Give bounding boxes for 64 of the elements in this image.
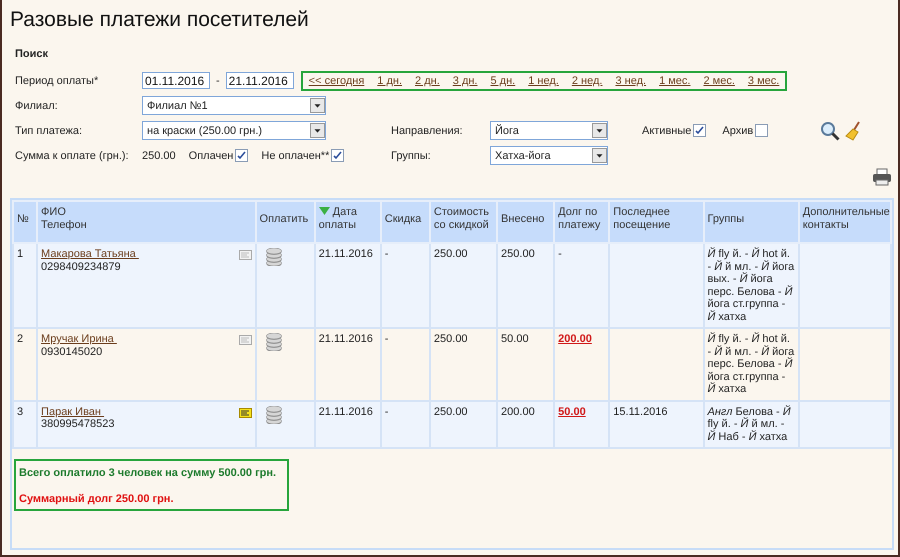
checkbox-label: Активные bbox=[642, 124, 692, 136]
field-label: Сумма к оплате (грн.): bbox=[15, 150, 130, 162]
client-name-link[interactable]: Мручак Ирина bbox=[41, 333, 117, 346]
column-header[interactable]: Группы bbox=[704, 201, 799, 243]
payment-type-select[interactable]: на краски (250.00 грн.) bbox=[142, 121, 326, 140]
quick-range-link[interactable]: 1 мес. bbox=[659, 74, 690, 86]
quick-range-link[interactable]: 2 мес. bbox=[703, 74, 735, 86]
table-cell: 50.00 bbox=[497, 328, 554, 400]
column-header[interactable]: Долг по платежу bbox=[554, 201, 610, 243]
debt-link[interactable]: 50.00 bbox=[558, 406, 586, 418]
phone-number: 380995478523 bbox=[41, 418, 114, 430]
quick-range-link[interactable]: 5 дн. bbox=[490, 74, 516, 86]
field-label: Период оплаты* bbox=[15, 74, 100, 86]
quick-range-link[interactable]: 2 дн. bbox=[415, 74, 440, 86]
debt-link[interactable]: 200.00 bbox=[558, 333, 592, 345]
field-label: Тип платежа: bbox=[15, 124, 84, 136]
branch-select[interactable]: Филиал №1 bbox=[142, 96, 326, 115]
debt-value: - bbox=[558, 248, 562, 260]
quick-range-link[interactable]: << сегодня bbox=[308, 74, 364, 86]
client-name-link[interactable]: Парак Иван bbox=[41, 406, 114, 418]
table-cell: 250.00 bbox=[430, 400, 498, 448]
column-header[interactable]: Скидка bbox=[380, 201, 430, 243]
column-header[interactable]: ФИО Телефон bbox=[37, 201, 256, 243]
quick-range-link[interactable]: 3 мес. bbox=[748, 74, 780, 86]
table-cell: 21.11.2016 bbox=[314, 400, 381, 448]
checkbox-label: Архив bbox=[722, 124, 754, 136]
quick-range-link[interactable]: 2 нед. bbox=[572, 74, 602, 86]
table-cell: 200.00 bbox=[497, 400, 554, 448]
field-label: Направления: bbox=[391, 124, 464, 136]
date-from-field[interactable]: 01.11.2016 bbox=[142, 72, 210, 89]
checkbox-label: Не оплачен** bbox=[261, 150, 330, 162]
table-cell: 15.11.2016 bbox=[609, 400, 704, 448]
quick-range-link[interactable]: 3 нед. bbox=[615, 74, 646, 86]
page-title: Разовые платежи посетителей bbox=[10, 8, 310, 33]
amount-value: 250.00 bbox=[142, 150, 176, 162]
table-cell: 3 bbox=[13, 400, 38, 448]
column-header[interactable]: № bbox=[13, 201, 38, 243]
table-cell: - bbox=[380, 328, 430, 400]
quick-range-link[interactable]: 3 дн. bbox=[452, 74, 478, 86]
groups-select[interactable]: Хатха-йога bbox=[490, 146, 608, 165]
column-header[interactable]: Стоимость со скидкой bbox=[430, 201, 498, 243]
column-header[interactable]: Внесено bbox=[497, 201, 554, 243]
search-heading: Поиск bbox=[15, 48, 50, 62]
phone-number: 0930145020 bbox=[41, 346, 104, 358]
field-label: Группы: bbox=[391, 150, 432, 162]
column-header[interactable]: Дата оплаты bbox=[314, 201, 381, 243]
column-header[interactable]: Последнее посещение bbox=[609, 201, 704, 243]
total-paid-text: Всего оплатило 3 человек на сумму 500.00 грн. bbox=[19, 467, 278, 479]
table-cell: 1 bbox=[13, 243, 38, 328]
quick-range-link[interactable]: 1 нед. bbox=[528, 74, 559, 86]
table-cell: 2 bbox=[13, 328, 38, 400]
column-header[interactable]: Оплатить bbox=[256, 201, 315, 243]
total-debt-text: Суммарный долг 250.00 грн. bbox=[19, 493, 174, 505]
date-to-field[interactable]: 21.11.2016 bbox=[226, 72, 294, 89]
client-name-link[interactable]: Макарова Татьяна bbox=[41, 248, 139, 260]
column-header[interactable]: Дополнительные контакты bbox=[798, 201, 891, 243]
field-label: Филиал: bbox=[15, 100, 59, 112]
range-separator: - bbox=[216, 74, 220, 86]
phone-number: 0298409234879 bbox=[41, 260, 122, 273]
quick-range-link[interactable]: 1 дн. bbox=[377, 74, 402, 86]
directions-select[interactable]: Йога bbox=[490, 121, 608, 140]
checkbox-label: Оплачен bbox=[188, 150, 234, 162]
groups-cell: Англ Белова - Й fly й. - Й й мл. - Й Наб - Й хатха bbox=[704, 400, 799, 448]
table-cell: - bbox=[380, 400, 430, 448]
